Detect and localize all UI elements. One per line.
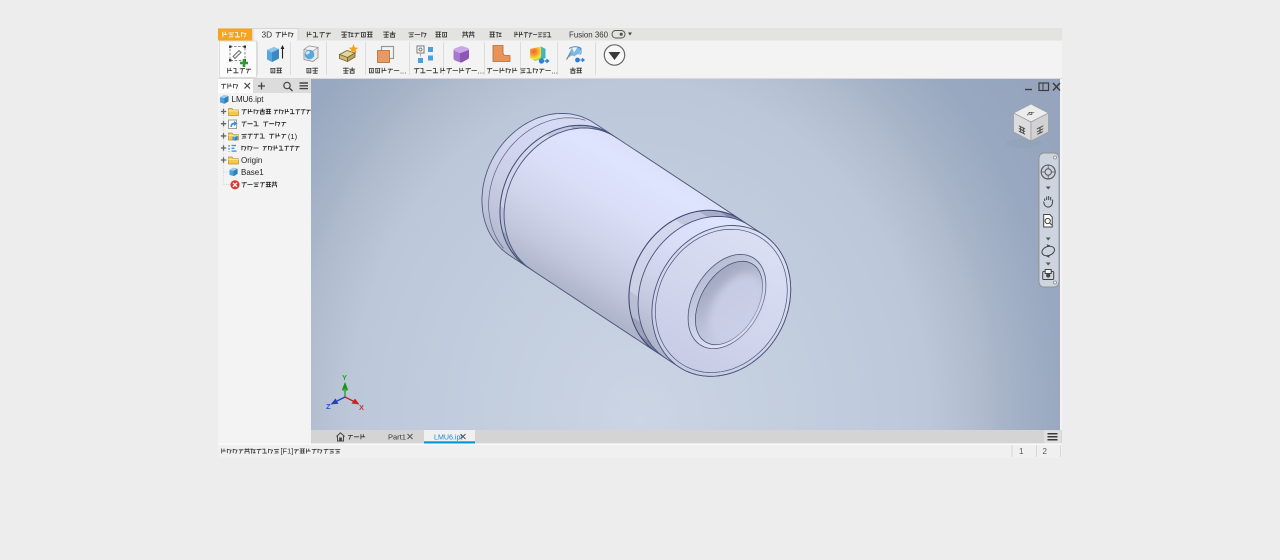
svg-text:Y: Y xyxy=(342,373,347,382)
svg-text:...: ... xyxy=(478,67,485,76)
svg-text:...: ... xyxy=(400,67,407,76)
svg-text:2: 2 xyxy=(1043,447,1048,456)
svg-text:Base1: Base1 xyxy=(241,168,264,177)
svg-text:LMU6.ipt: LMU6.ipt xyxy=(232,95,265,104)
svg-text:Part1: Part1 xyxy=(388,432,406,441)
svg-text:(1): (1) xyxy=(288,132,298,141)
svg-text:Fusion 360: Fusion 360 xyxy=(569,30,609,39)
svg-text:X: X xyxy=(359,403,364,412)
svg-text:1: 1 xyxy=(1019,447,1024,456)
svg-text:[F1]: [F1] xyxy=(281,447,294,456)
svg-text:Origin: Origin xyxy=(241,156,262,165)
svg-text:LMU6.ipt: LMU6.ipt xyxy=(434,433,462,441)
svg-text:...: ... xyxy=(551,67,558,76)
svg-text:Z: Z xyxy=(326,402,331,411)
svg-text:3D: 3D xyxy=(262,30,273,40)
